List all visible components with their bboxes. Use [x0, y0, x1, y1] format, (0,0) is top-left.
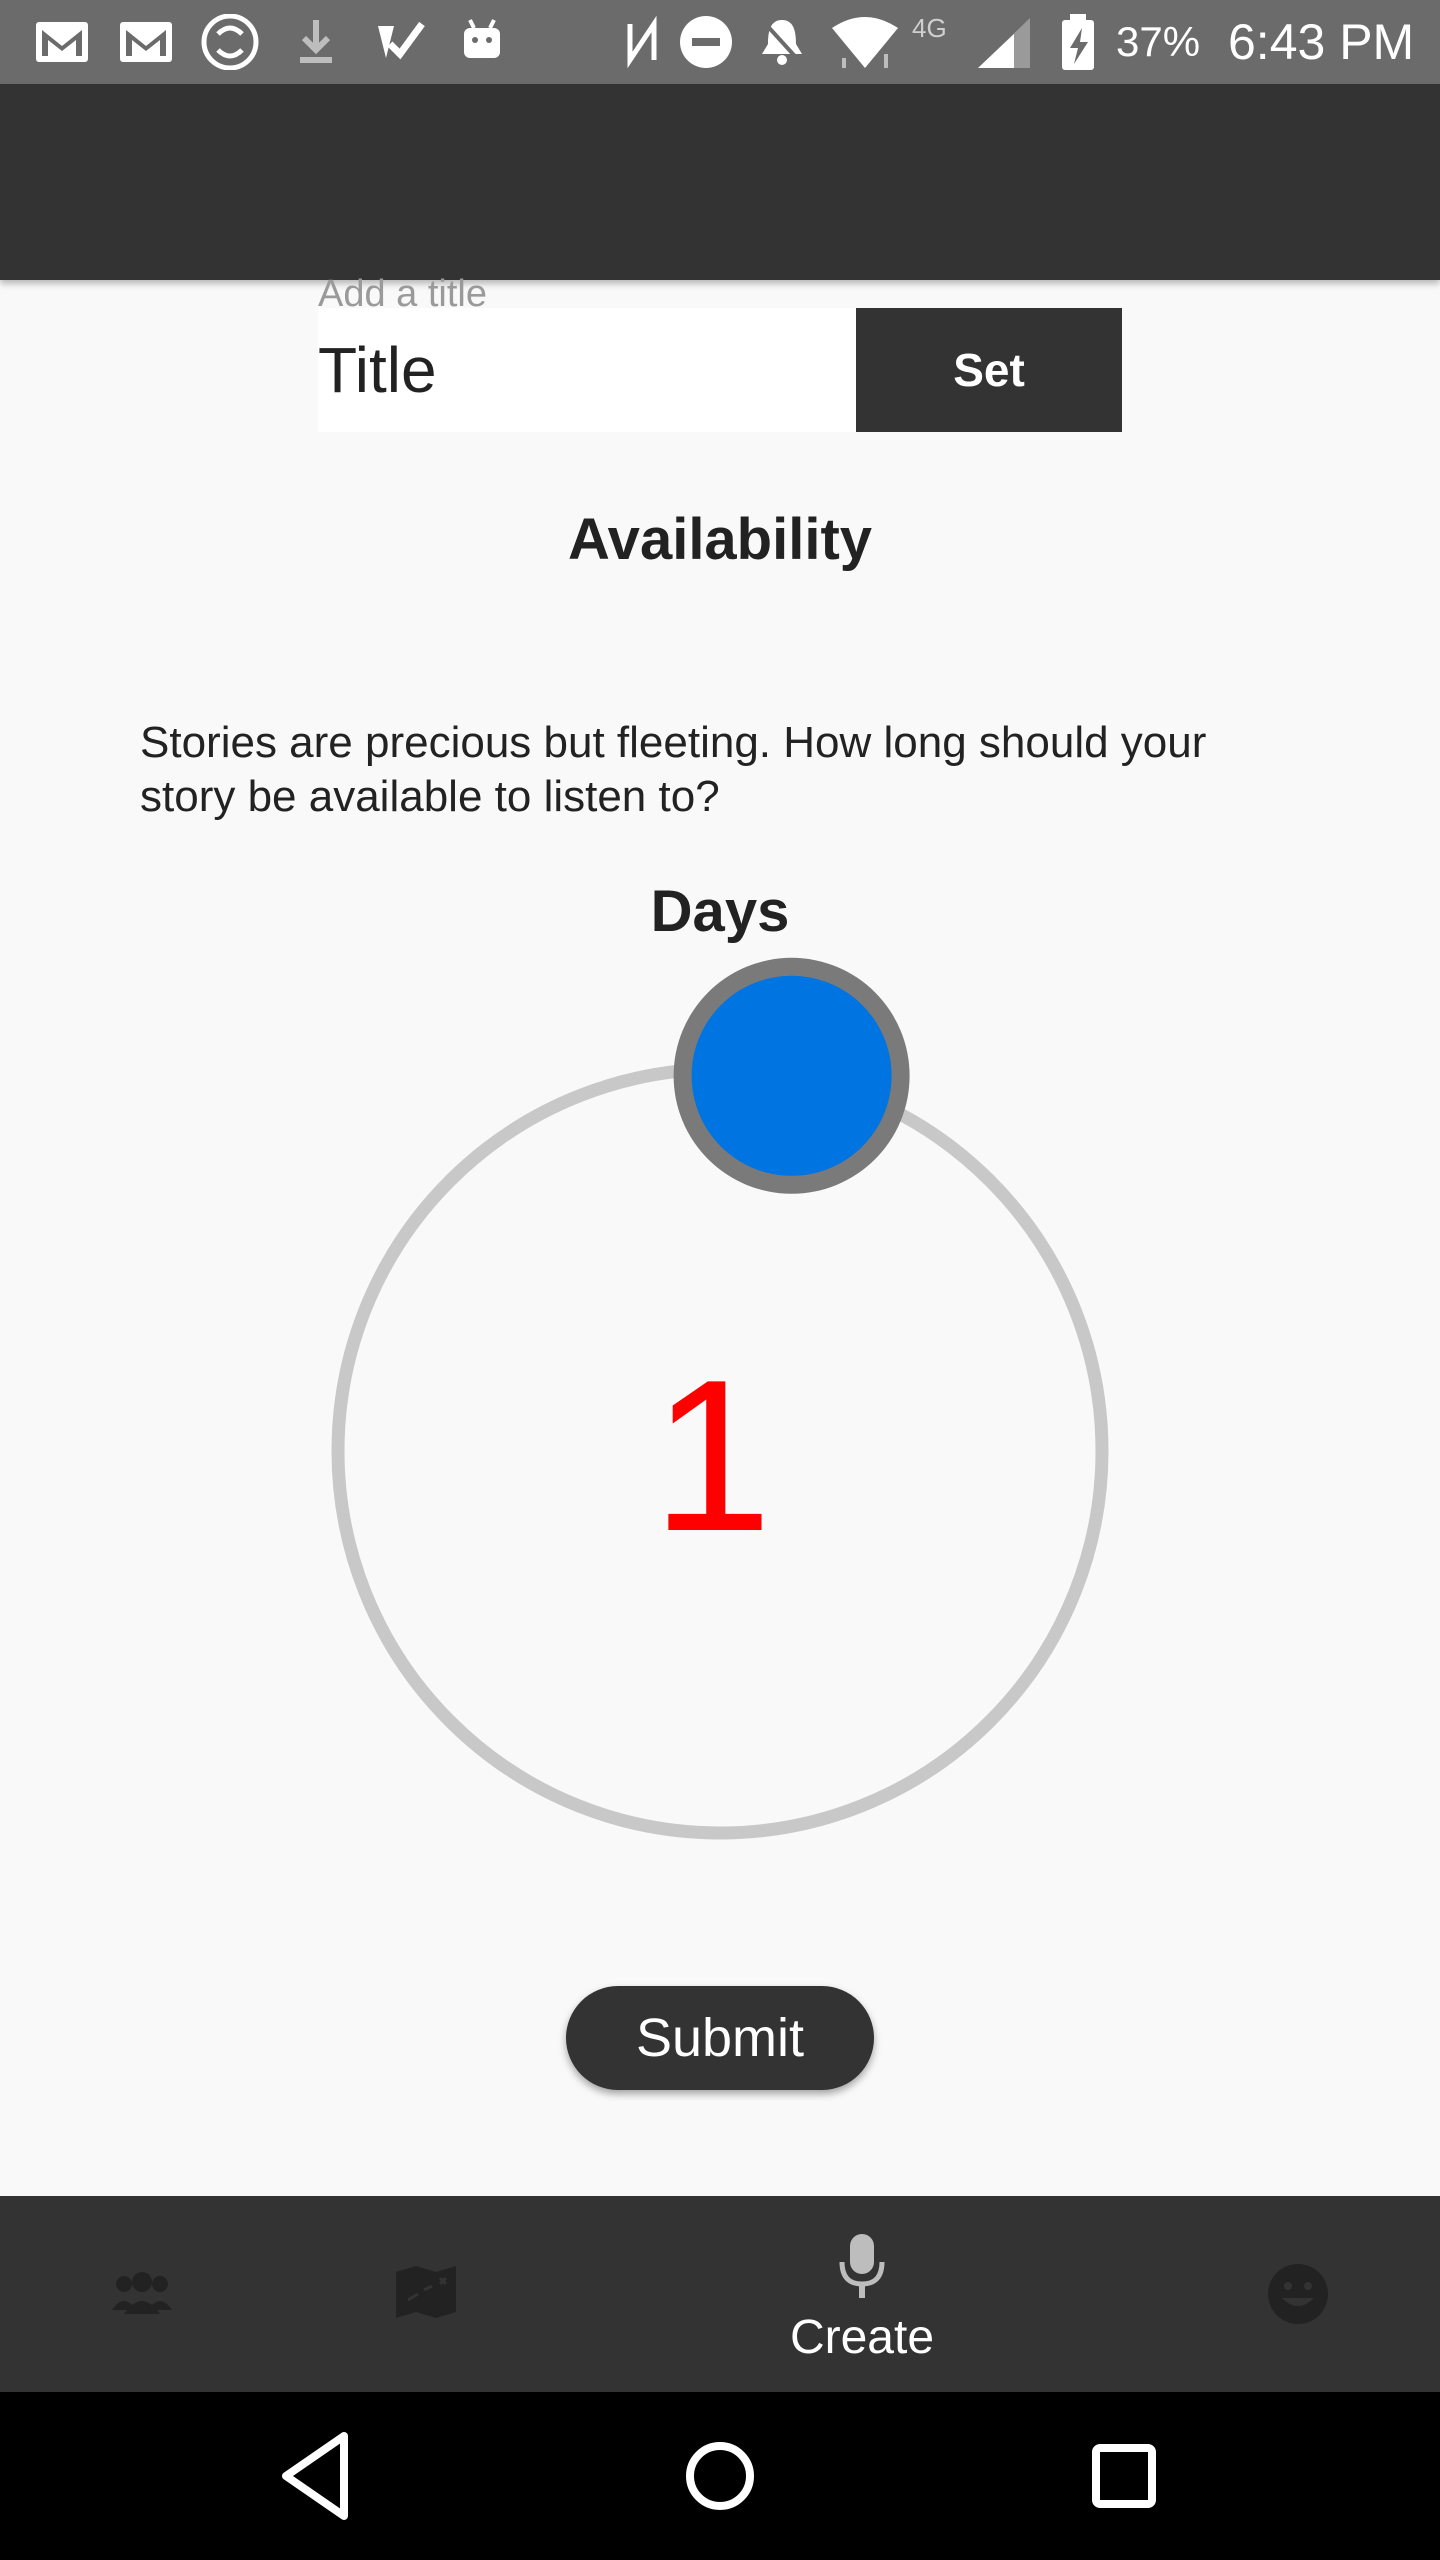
nav-item-community[interactable]: [70, 2196, 214, 2392]
submit-button[interactable]: Submit: [566, 1986, 874, 2090]
nav-item-profile[interactable]: [1226, 2196, 1370, 2392]
clock: 6:43 PM: [1228, 14, 1415, 70]
battery-percent: 37%: [1116, 18, 1201, 65]
nfc-icon: [627, 15, 657, 69]
title-input[interactable]: [318, 308, 856, 432]
nav-item-create[interactable]: Create: [756, 2196, 968, 2392]
download-icon: [300, 20, 332, 63]
notifications-off-icon: [760, 18, 804, 66]
recents-icon[interactable]: [1074, 2426, 1174, 2526]
availability-description: Stories are precious but fleeting. How l…: [140, 718, 1207, 821]
nav-item-map[interactable]: [356, 2196, 496, 2392]
home-icon[interactable]: [670, 2426, 770, 2526]
gmail-icon: [120, 22, 172, 62]
map-icon: [396, 2266, 456, 2318]
network-type: 4G: [912, 13, 947, 43]
gmail-icon: [36, 22, 88, 62]
dial-handle[interactable]: [673, 957, 910, 1194]
bottom-nav: Create: [0, 2196, 1440, 2392]
nav-item-label: Create: [789, 2311, 935, 2364]
signal-icon: [978, 18, 1030, 68]
status-bar: 4G 37% 6:43 PM: [0, 0, 1440, 84]
tasks-icon: [378, 21, 425, 60]
days-label: Days: [650, 879, 790, 944]
microphone-icon: [839, 2234, 885, 2298]
group-icon: [112, 2272, 172, 2314]
smiley-icon: [1268, 2264, 1328, 2324]
wifi-icon: [832, 17, 898, 68]
system-nav-bar: [0, 2392, 1440, 2560]
availability-heading: Availability: [567, 507, 873, 572]
dial-value: 1: [652, 1334, 772, 1576]
battery-charging-icon: [1062, 14, 1094, 70]
dnd-icon: [680, 16, 732, 68]
set-title-button[interactable]: Set: [856, 308, 1122, 432]
sync-icon: [201, 14, 259, 70]
dial-track: [331, 1062, 1109, 1840]
app-bar: [0, 84, 1440, 280]
android-icon: [464, 19, 500, 58]
back-icon[interactable]: [266, 2426, 366, 2526]
